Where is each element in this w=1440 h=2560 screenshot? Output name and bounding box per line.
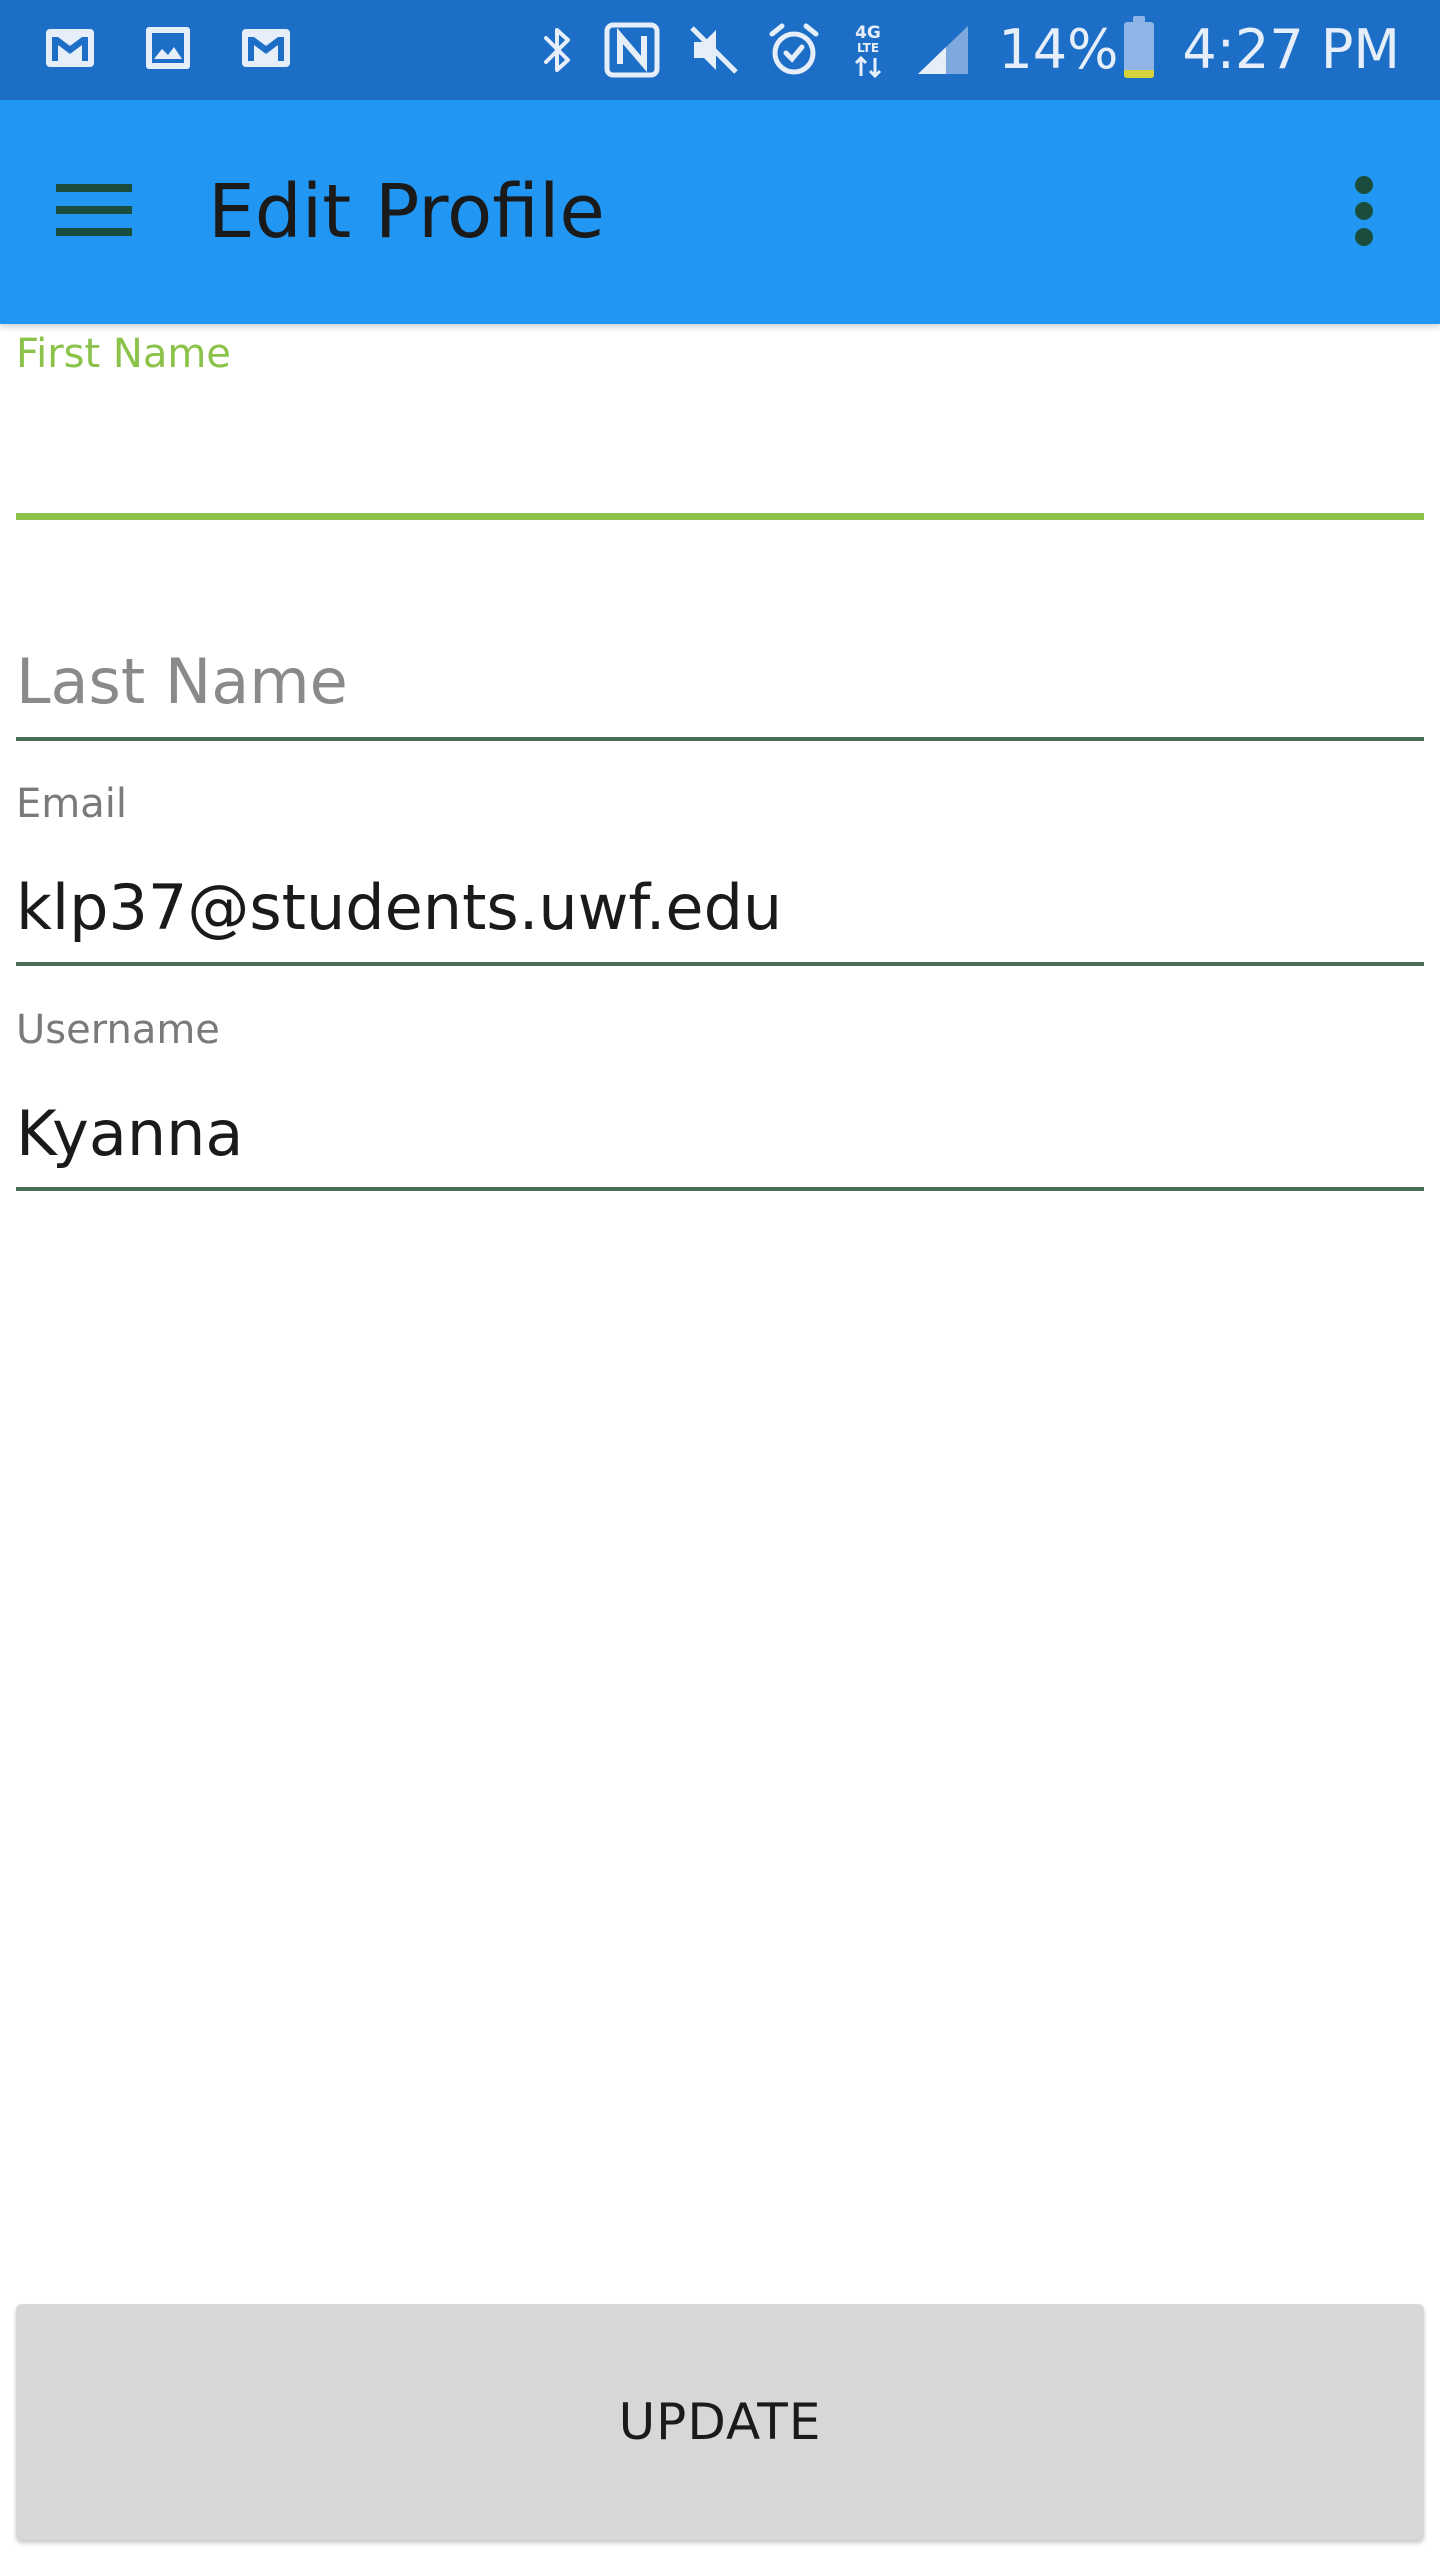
username-label: Username bbox=[16, 1007, 220, 1053]
email-label: Email bbox=[16, 781, 127, 827]
nfc-icon bbox=[604, 22, 660, 78]
mute-icon bbox=[690, 26, 739, 74]
first-name-underline bbox=[16, 513, 1424, 520]
first-name-label: First Name bbox=[16, 331, 231, 377]
gmail-icon bbox=[242, 29, 290, 67]
hamburger-menu-icon[interactable] bbox=[56, 180, 132, 240]
battery-indicator: 14% bbox=[998, 16, 1155, 81]
email-input[interactable] bbox=[16, 868, 1424, 948]
status-bar: 4G LTE 14% 4:27 PM bbox=[0, 0, 1440, 100]
svg-text:LTE: LTE bbox=[857, 41, 879, 55]
username-underline bbox=[16, 1187, 1424, 1191]
gmail-icon bbox=[46, 29, 94, 67]
username-input[interactable] bbox=[16, 1094, 1424, 1174]
update-button[interactable]: UPDATE bbox=[16, 2304, 1424, 2540]
last-name-underline bbox=[16, 737, 1424, 741]
first-name-input[interactable] bbox=[16, 408, 1424, 488]
battery-level-fill bbox=[1124, 70, 1155, 78]
battery-percent: 14% bbox=[998, 18, 1119, 81]
svg-text:4G: 4G bbox=[855, 23, 881, 43]
4g-lte-icon: 4G LTE bbox=[855, 23, 882, 79]
clock: 4:27 PM bbox=[1182, 18, 1400, 81]
signal-icon bbox=[918, 26, 969, 74]
gallery-icon bbox=[146, 27, 190, 69]
battery-icon bbox=[1124, 16, 1155, 78]
system-status: 4G LTE 14% 4:27 PM bbox=[540, 0, 1400, 100]
alarm-icon bbox=[769, 23, 819, 75]
last-name-input[interactable] bbox=[16, 642, 1424, 722]
more-vert-icon[interactable] bbox=[1344, 166, 1384, 256]
email-underline bbox=[16, 962, 1424, 966]
notification-icons bbox=[44, 25, 292, 71]
bluetooth-icon bbox=[544, 28, 571, 72]
page-title: Edit Profile bbox=[208, 169, 605, 255]
app-bar: Edit Profile bbox=[0, 100, 1440, 324]
